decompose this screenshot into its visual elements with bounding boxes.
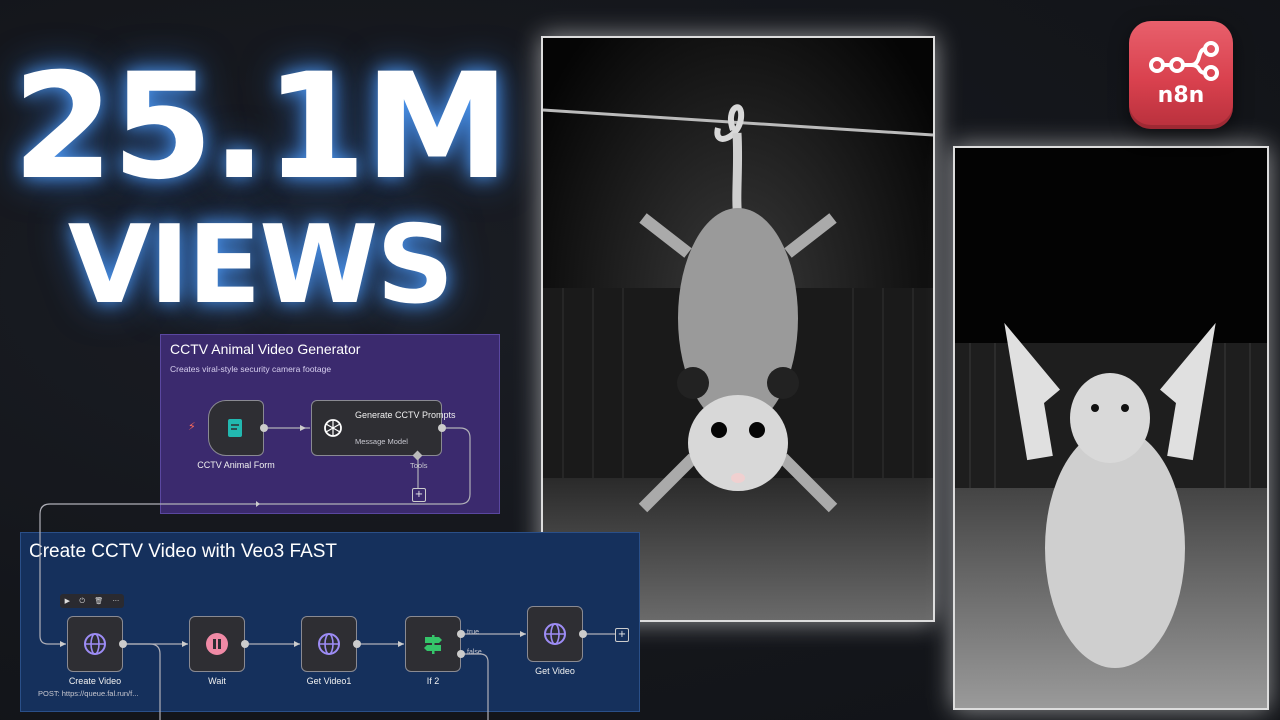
form-icon — [228, 419, 242, 437]
form-node-label: CCTV Animal Form — [197, 460, 275, 470]
cctv-animal-form-node[interactable] — [208, 400, 264, 456]
globe-icon — [318, 633, 340, 655]
get-video1-label: Get Video1 — [306, 676, 352, 686]
openai-icon — [324, 419, 342, 437]
create-video-node[interactable] — [67, 616, 123, 672]
node-toolbar: ▶ ⏻ 🗑 ··· — [60, 594, 124, 608]
ai-output-port[interactable] — [438, 424, 446, 432]
tools-label: Tools — [410, 461, 428, 470]
add-tool-button[interactable]: + — [412, 488, 426, 502]
wait-label: Wait — [208, 676, 226, 686]
if2-true-port[interactable] — [457, 630, 465, 638]
generate-cctv-prompts-node[interactable] — [311, 400, 442, 456]
power-icon[interactable]: ⏻ — [79, 597, 85, 606]
globe-icon — [84, 633, 106, 655]
panel-title: Create CCTV Video with Veo3 FAST — [29, 541, 338, 562]
ai-node-subtitle: Message Model — [355, 437, 408, 446]
branch-false-label: false — [467, 649, 482, 656]
more-icon[interactable]: ··· — [113, 597, 120, 605]
signpost-icon — [424, 635, 442, 654]
get-video-output-port[interactable] — [579, 630, 587, 638]
if2-label: If 2 — [426, 676, 440, 686]
create-video-url: POST: https://queue.fal.run/f... — [38, 689, 139, 698]
get-video1-output-port[interactable] — [353, 640, 361, 648]
get-video-node[interactable] — [527, 606, 583, 662]
form-output-port[interactable] — [260, 424, 268, 432]
create-video-label: Create Video — [68, 676, 122, 686]
globe-icon — [544, 623, 566, 645]
ai-node-title: Generate CCTV Prompts — [355, 410, 456, 420]
pause-icon — [206, 633, 228, 655]
if2-node[interactable] — [405, 616, 461, 672]
create-video-output-port[interactable] — [119, 640, 127, 648]
get-video1-node[interactable] — [301, 616, 357, 672]
add-node-button[interactable]: + — [615, 628, 629, 642]
branch-true-label: true — [467, 629, 480, 636]
if2-false-port[interactable] — [457, 650, 465, 658]
trigger-bolt-icon: ⚡ — [188, 420, 196, 433]
get-video-label: Get Video — [535, 666, 575, 676]
wait-output-port[interactable] — [241, 640, 249, 648]
wait-node[interactable] — [189, 616, 245, 672]
play-icon[interactable]: ▶ — [65, 597, 70, 605]
trash-icon[interactable]: 🗑 — [94, 597, 103, 605]
